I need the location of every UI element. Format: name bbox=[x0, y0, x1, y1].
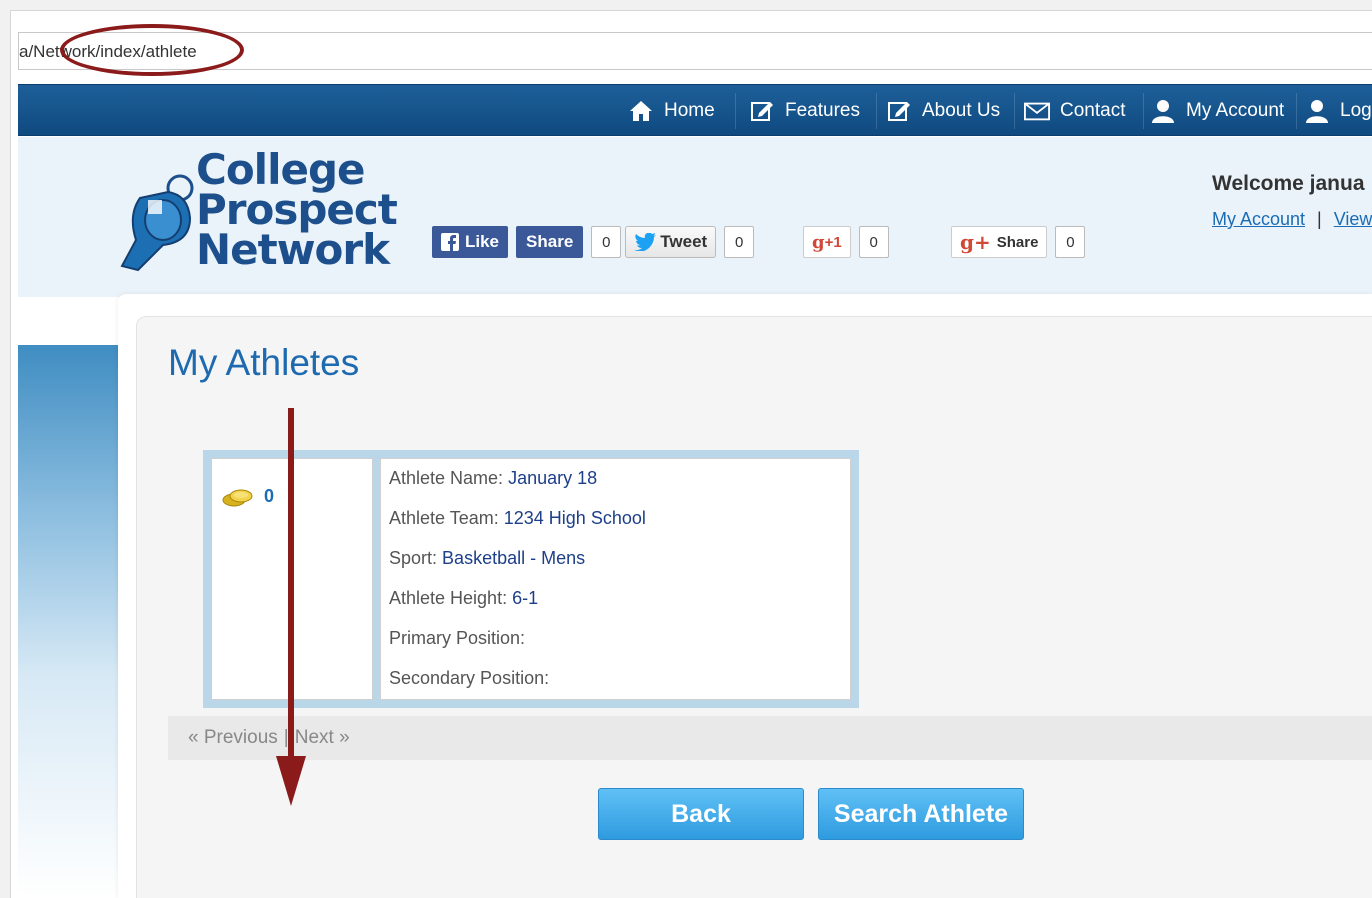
sport-row: Sport: Basketball - Mens bbox=[389, 548, 585, 569]
welcome-text: Welcome janua bbox=[1212, 172, 1365, 195]
coins-indicator: 0 bbox=[222, 486, 274, 507]
back-button[interactable]: Back bbox=[598, 788, 804, 840]
facebook-share-count: 0 bbox=[591, 226, 622, 258]
search-athlete-button[interactable]: Search Athlete bbox=[818, 788, 1024, 840]
pagination: « Previous | Next » bbox=[188, 727, 350, 749]
logo-line-2: Prospect bbox=[196, 185, 398, 234]
nav-about-us[interactable]: About Us bbox=[886, 85, 1000, 137]
gplus-label: +1 bbox=[824, 233, 842, 251]
user-icon bbox=[1150, 98, 1176, 124]
athlete-height-row: Athlete Height: 6-1 bbox=[389, 588, 538, 609]
my-account-link[interactable]: My Account bbox=[1212, 209, 1305, 229]
gplus-one-button[interactable]: g +1 bbox=[803, 226, 851, 258]
previous-page-link[interactable]: « Previous bbox=[188, 727, 278, 748]
nav-features[interactable]: Features bbox=[749, 85, 860, 137]
like-label: Like bbox=[465, 232, 500, 251]
athlete-height-value: 6-1 bbox=[512, 588, 539, 608]
page-title: My Athletes bbox=[168, 342, 360, 383]
sport-value: Basketball - Mens bbox=[442, 548, 586, 568]
gplus-share-button[interactable]: g+ Share bbox=[951, 226, 1048, 258]
envelope-icon bbox=[1024, 98, 1050, 124]
secondary-position-label: Secondary Position: bbox=[389, 668, 550, 688]
whistle-icon bbox=[120, 174, 194, 272]
athlete-team-row: Athlete Team: 1234 High School bbox=[389, 508, 646, 529]
site-logo[interactable]: College Prospect Network bbox=[118, 149, 398, 275]
nav-my-account-label: My Account bbox=[1186, 100, 1285, 121]
edit-icon bbox=[749, 98, 775, 124]
gplus-share-label: Share bbox=[996, 233, 1039, 251]
side-gradient-decoration bbox=[18, 345, 118, 898]
nav-divider bbox=[1143, 93, 1144, 129]
facebook-share-group: Like Share 0 Tweet 0 bbox=[432, 226, 755, 258]
home-icon bbox=[628, 98, 654, 124]
coins-icon bbox=[222, 489, 253, 506]
logo-text: College Prospect Network bbox=[196, 145, 398, 274]
facebook-share-label: Share bbox=[526, 232, 574, 251]
primary-position-label: Primary Position: bbox=[389, 628, 526, 648]
nav-about-us-label: About Us bbox=[922, 100, 1001, 121]
annotation-arrow bbox=[276, 408, 306, 806]
link-separator: | bbox=[1317, 209, 1322, 229]
nav-divider bbox=[735, 93, 736, 129]
athlete-team-label: Athlete Team: bbox=[389, 508, 499, 528]
edit-icon bbox=[886, 98, 912, 124]
nav-features-label: Features bbox=[785, 100, 860, 121]
nav-contact-label: Contact bbox=[1060, 100, 1126, 121]
gplus-share-icon: g+ bbox=[960, 230, 991, 254]
athlete-height-label: Athlete Height: bbox=[389, 588, 508, 608]
logo-line-1: College bbox=[196, 145, 366, 194]
nav-divider bbox=[876, 93, 877, 129]
athlete-card-details bbox=[380, 458, 851, 700]
primary-position-row: Primary Position: bbox=[389, 628, 525, 649]
user-icon bbox=[1304, 98, 1330, 124]
logo-line-3: Network bbox=[196, 225, 390, 274]
facebook-icon bbox=[441, 233, 459, 251]
nav-log-label: Log bbox=[1340, 100, 1372, 121]
nav-contact[interactable]: Contact bbox=[1024, 85, 1125, 137]
tweet-count: 0 bbox=[724, 226, 755, 258]
facebook-share-button[interactable]: Share bbox=[516, 226, 584, 258]
pagination-bar: « Previous | Next » bbox=[168, 716, 1372, 760]
gplus-share-group: g+ Share 0 bbox=[951, 226, 1086, 258]
athlete-name-label: Athlete Name: bbox=[389, 468, 504, 488]
athlete-name-value: January 18 bbox=[508, 468, 598, 488]
nav-log[interactable]: Log bbox=[1304, 85, 1372, 137]
gplus-count: 0 bbox=[858, 226, 889, 258]
nav-divider bbox=[1014, 93, 1015, 129]
gplus-share-count: 0 bbox=[1055, 226, 1086, 258]
twitter-bird-icon bbox=[634, 233, 657, 251]
nav-divider bbox=[1296, 93, 1297, 129]
secondary-position-row: Secondary Position: bbox=[389, 668, 549, 689]
nav-my-account[interactable]: My Account bbox=[1150, 85, 1284, 137]
gplus-group: g +1 0 bbox=[803, 226, 889, 258]
top-navbar: Home Features About Us Contact My Accoun… bbox=[18, 84, 1372, 136]
view-link[interactable]: View bbox=[1334, 209, 1372, 229]
annotation-oval bbox=[60, 24, 244, 76]
tweet-button[interactable]: Tweet bbox=[625, 226, 717, 258]
nav-home-label: Home bbox=[664, 100, 715, 121]
facebook-like-button[interactable]: Like bbox=[432, 226, 509, 258]
athlete-team-value: 1234 High School bbox=[503, 508, 646, 528]
gplus-icon: g bbox=[812, 231, 825, 253]
athlete-name-row: Athlete Name: January 18 bbox=[389, 468, 597, 489]
tweet-label: Tweet bbox=[660, 232, 708, 251]
nav-home[interactable]: Home bbox=[628, 85, 715, 137]
sport-label: Sport: bbox=[389, 548, 438, 568]
welcome-links: My Account | View bbox=[1212, 209, 1372, 230]
